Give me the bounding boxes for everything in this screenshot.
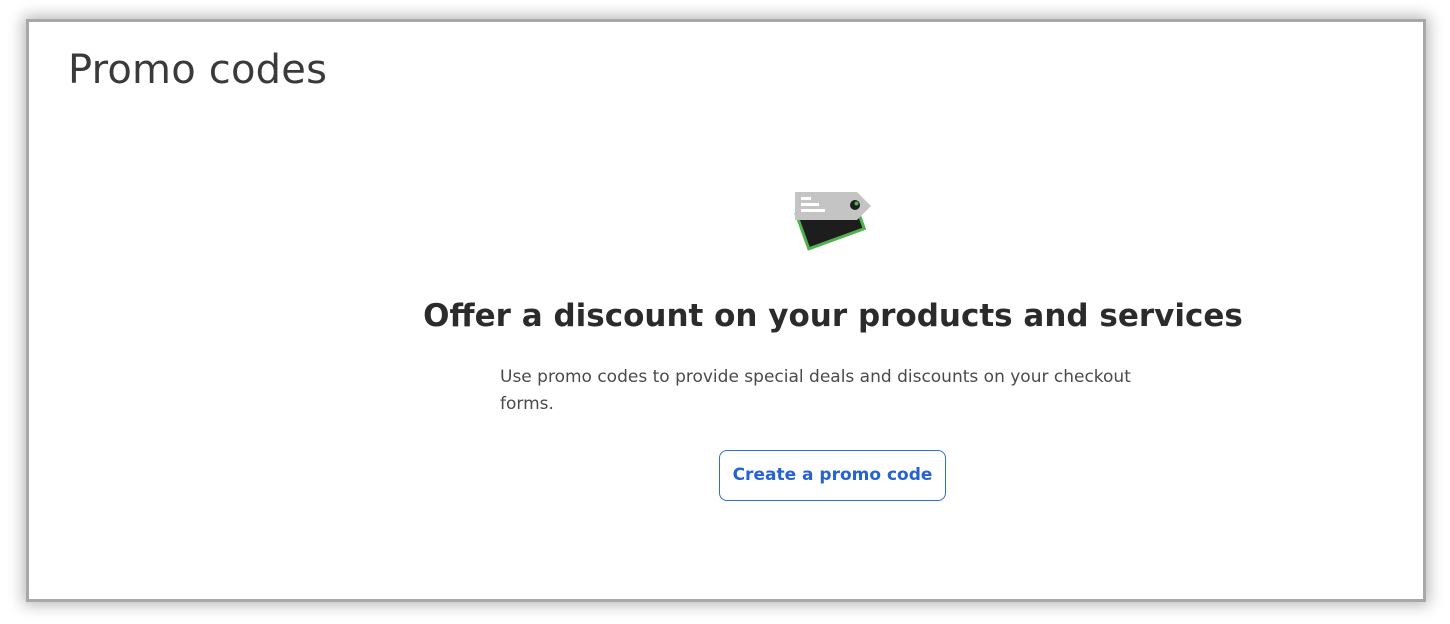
screenshot-frame: Promo codes Offer a discount on your pro…: [0, 0, 1450, 624]
page-title: Promo codes: [68, 47, 328, 93]
promo-codes-panel: Promo codes Offer a discount on your pro…: [29, 22, 1423, 599]
empty-state-headline: Offer a discount on your products and se…: [423, 298, 1243, 334]
create-promo-code-button[interactable]: Create a promo code: [719, 450, 946, 501]
promo-tags-icon: [789, 182, 879, 252]
empty-state-description: Use promo codes to provide special deals…: [500, 367, 1131, 414]
promo-tags-svg: [794, 191, 871, 251]
